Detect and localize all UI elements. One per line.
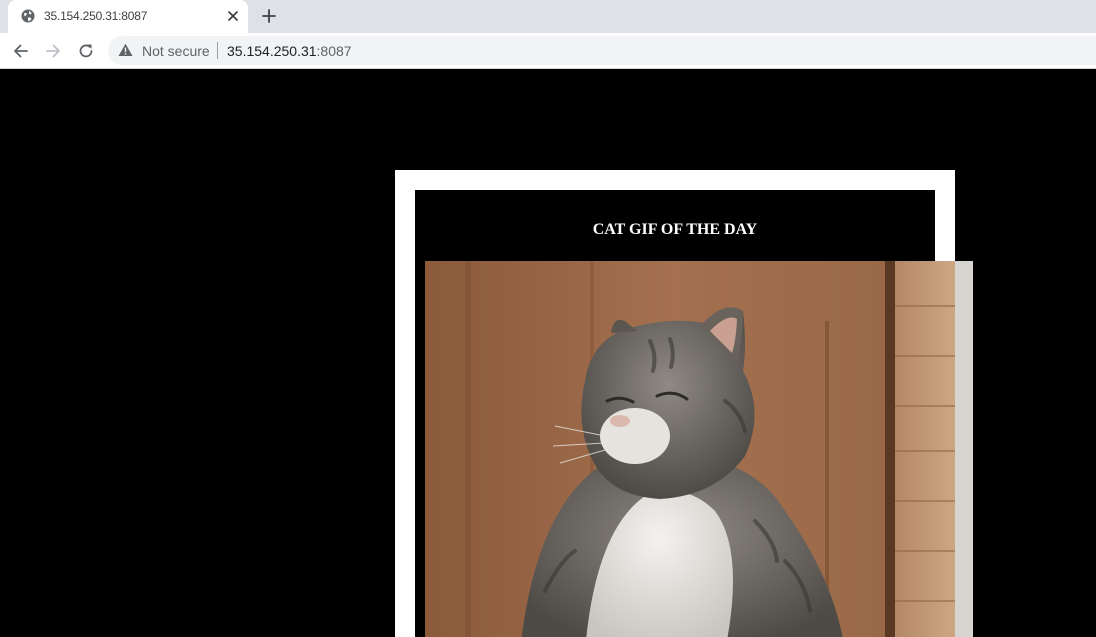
address-bar[interactable]: Not secure 35.154.250.31:8087: [108, 36, 1096, 65]
omnibox-divider: [217, 42, 218, 59]
tab-strip: 35.154.250.31:8087: [0, 0, 1096, 33]
browser-tab[interactable]: 35.154.250.31:8087: [8, 0, 248, 33]
plus-icon[interactable]: [259, 6, 279, 26]
browser-toolbar: Not secure 35.154.250.31:8087: [0, 33, 1096, 69]
page-content: CAT GIF OF THE DAY: [0, 70, 1096, 637]
warning-icon[interactable]: [118, 43, 133, 57]
reload-icon[interactable]: [76, 41, 96, 61]
tab-title: 35.154.250.31:8087: [44, 9, 148, 23]
globe-icon: [21, 9, 35, 23]
arrow-right-icon[interactable]: [43, 41, 63, 61]
arrow-left-icon[interactable]: [11, 41, 31, 61]
cat-photo: [425, 261, 973, 637]
url-text[interactable]: 35.154.250.31:8087: [227, 43, 352, 59]
url-host: 35.154.250.31: [227, 43, 317, 59]
url-port: :8087: [316, 43, 352, 59]
close-icon[interactable]: [225, 8, 241, 24]
page-title: CAT GIF OF THE DAY: [592, 221, 758, 238]
security-label[interactable]: Not secure: [142, 43, 210, 59]
